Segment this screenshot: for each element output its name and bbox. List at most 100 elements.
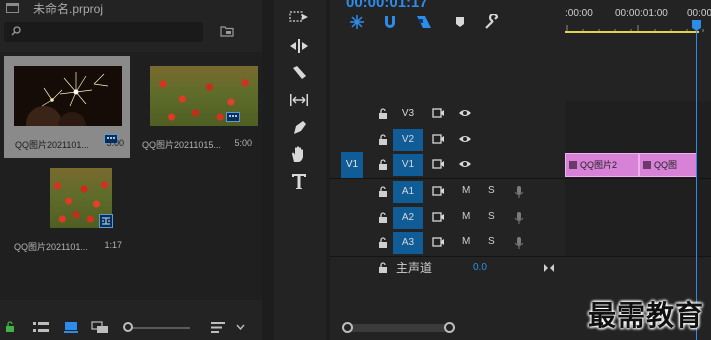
work-area-bar[interactable]: [565, 31, 699, 33]
slip-icon[interactable]: [288, 91, 310, 109]
sync-lock-icon[interactable]: [432, 211, 445, 223]
lock-icon[interactable]: [378, 212, 388, 223]
source-patch-v1[interactable]: V1: [341, 152, 363, 178]
sequence-badge-icon: [99, 214, 113, 228]
solo-button[interactable]: S: [488, 236, 495, 247]
clip-duration: 1:17: [104, 240, 122, 250]
scrollbar-handle-left[interactable]: [342, 322, 353, 333]
track-target-toggle[interactable]: A3: [393, 232, 423, 254]
track-target-toggle[interactable]: V2: [393, 129, 423, 151]
razor-icon[interactable]: [288, 64, 310, 82]
track-area: V3 V2 V1 V1 QQ图片2 QQ图 A1 M S A2 M S A3 M…: [330, 100, 711, 280]
clip-thumbnail-item[interactable]: QQ图片20211015... 5:00: [140, 56, 266, 158]
clip-thumbnail-item[interactable]: QQ图片2021101... 5:00: [4, 56, 130, 158]
lock-icon[interactable]: [378, 134, 388, 145]
clip-thumbnail: [14, 66, 122, 126]
sync-lock-icon[interactable]: [432, 185, 445, 197]
track-select-icon[interactable]: [288, 8, 310, 26]
track-header: V1 V1: [330, 152, 565, 178]
master-volume-value[interactable]: 0.0: [473, 262, 487, 273]
type-icon[interactable]: [288, 172, 310, 190]
zoom-slider-handle[interactable]: [123, 322, 133, 332]
track-target-toggle[interactable]: V3: [393, 103, 423, 125]
settings-icon[interactable]: [484, 14, 500, 30]
scrollbar-handle-right[interactable]: [444, 322, 455, 333]
new-bin-icon[interactable]: [220, 25, 234, 37]
list-view-icon[interactable]: [33, 322, 49, 333]
solo-button[interactable]: S: [488, 211, 495, 222]
track-target-toggle[interactable]: A2: [393, 207, 423, 229]
solo-button[interactable]: S: [488, 185, 495, 196]
pen-icon[interactable]: [288, 118, 310, 136]
nest-icon[interactable]: [349, 14, 365, 30]
microphone-icon[interactable]: [514, 211, 524, 225]
watermark: 最需教育: [588, 299, 705, 332]
linked-selection-icon[interactable]: [416, 14, 432, 30]
clip-thumbnail: [150, 66, 258, 126]
lock-icon[interactable]: [5, 321, 15, 333]
project-panel: 未命名.prproj QQ图片2021101... 5:00 QQ图片20211…: [0, 0, 262, 340]
ruler-label: :00:00: [565, 8, 593, 19]
lock-icon[interactable]: [378, 262, 388, 273]
track-content[interactable]: [565, 205, 711, 231]
ripple-edit-icon[interactable]: [288, 37, 310, 55]
sync-lock-icon[interactable]: [432, 158, 445, 170]
microphone-icon[interactable]: [514, 185, 524, 199]
eye-icon[interactable]: [458, 133, 472, 145]
eye-icon[interactable]: [458, 107, 472, 119]
clip-name: QQ图片2021101...: [15, 140, 89, 150]
hand-icon[interactable]: [288, 145, 310, 163]
timecode-display[interactable]: 00:00:01:17: [346, 0, 428, 11]
timeline-panel: 00:00:01:17 :00:00 00:00:01:00 00:00 V3 …: [330, 0, 711, 340]
timeline-clip[interactable]: QQ图: [639, 153, 697, 177]
timeline-scrollbar[interactable]: [344, 324, 452, 332]
fx-icon: [643, 161, 651, 169]
track-a1: A1 M S: [330, 179, 711, 206]
lock-icon[interactable]: [378, 186, 388, 197]
mute-button[interactable]: M: [462, 185, 470, 196]
go-to-end-icon[interactable]: [543, 263, 555, 273]
lock-icon[interactable]: [378, 237, 388, 248]
track-header: A3 M S: [330, 230, 565, 256]
project-name: 未命名.prproj: [33, 2, 104, 16]
clip-duration: 5:00: [234, 138, 252, 148]
add-marker-icon[interactable]: [452, 14, 468, 30]
clip-name: QQ图片2021101...: [14, 242, 88, 252]
zoom-slider[interactable]: [128, 327, 190, 329]
search-field[interactable]: [24, 24, 194, 40]
lock-icon[interactable]: [378, 159, 388, 170]
track-content[interactable]: [565, 230, 711, 256]
freeform-view-icon[interactable]: [91, 321, 109, 334]
track-content[interactable]: [565, 179, 711, 205]
timeline-clip[interactable]: QQ图片2: [565, 153, 639, 177]
snap-icon[interactable]: [382, 14, 398, 30]
timeline-clip-label: QQ图: [654, 160, 678, 170]
poppies-image: [150, 66, 258, 126]
track-a2: A2 M S: [330, 205, 711, 232]
microphone-icon[interactable]: [514, 236, 524, 250]
sort-icon[interactable]: [211, 322, 225, 333]
clip-thumbnail-item[interactable]: QQ图片2021101... 1:17: [4, 164, 130, 266]
track-target-toggle[interactable]: A1: [393, 181, 423, 203]
mute-button[interactable]: M: [462, 236, 470, 247]
track-header: A2 M S: [330, 205, 565, 231]
sync-lock-icon[interactable]: [432, 236, 445, 248]
track-target-toggle[interactable]: V1: [393, 154, 423, 176]
lock-icon[interactable]: [378, 108, 388, 119]
eye-icon[interactable]: [458, 158, 472, 170]
track-content[interactable]: [565, 101, 711, 127]
sync-lock-icon[interactable]: [432, 133, 445, 145]
track-content[interactable]: QQ图片2 QQ图: [565, 152, 711, 178]
icon-view-icon[interactable]: [64, 321, 78, 333]
master-track-label: 主声道: [396, 261, 433, 275]
mute-button[interactable]: M: [462, 211, 470, 222]
sync-lock-icon[interactable]: [432, 107, 445, 119]
search-input[interactable]: [4, 22, 203, 42]
track-v2: V2: [330, 127, 711, 154]
track-header: A1 M S: [330, 179, 565, 205]
track-header: V2: [330, 127, 565, 153]
ruler-label: 00:00:01:00: [615, 8, 668, 19]
chevron-down-icon[interactable]: [236, 324, 245, 330]
track-v3: V3: [330, 101, 711, 128]
track-content[interactable]: [565, 127, 711, 153]
